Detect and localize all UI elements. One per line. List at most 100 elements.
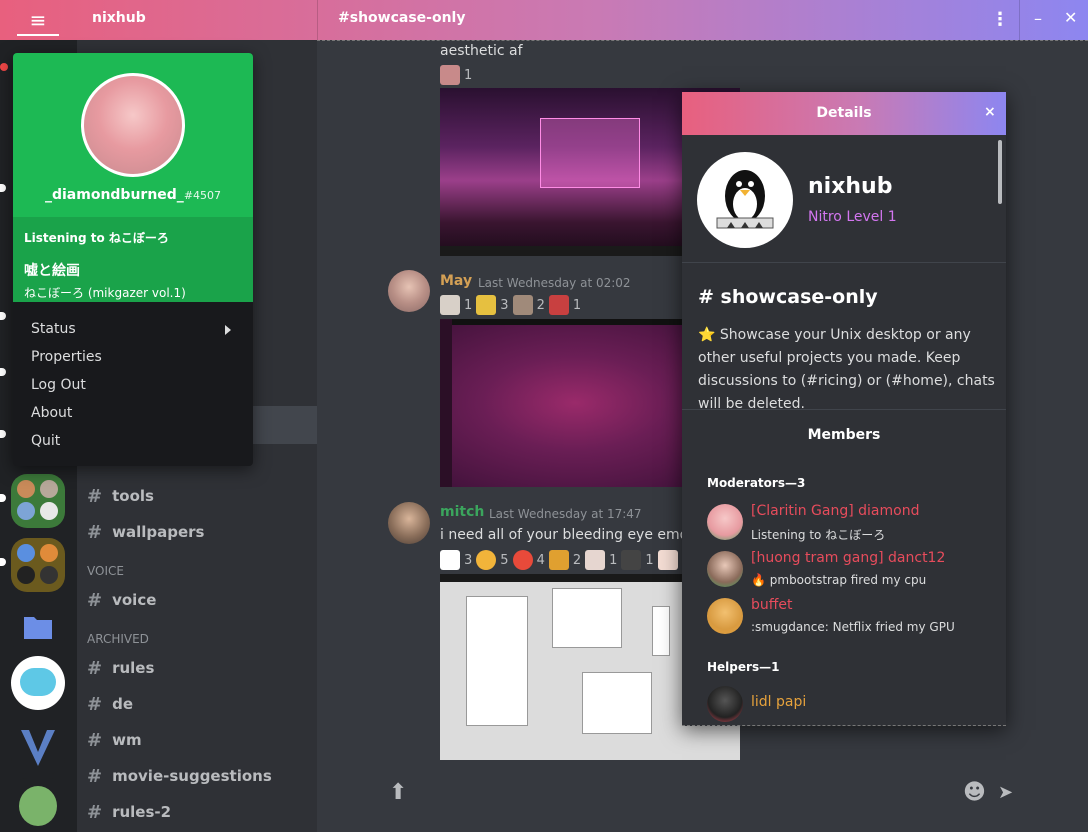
details-header: Details × (682, 92, 1006, 135)
image-detail (466, 596, 528, 726)
channel-label: wm (112, 731, 142, 749)
category-archived[interactable]: ARCHIVED (87, 632, 149, 646)
server-files[interactable] (11, 600, 65, 654)
message-author[interactable]: mitch (440, 504, 484, 520)
avatar[interactable] (707, 551, 743, 587)
hash-icon: # (87, 521, 103, 543)
close-icon[interactable]: ✕ (1064, 8, 1077, 27)
reaction-count: 1 (464, 67, 473, 83)
upload-icon[interactable]: ⬆ (389, 780, 407, 805)
message-timestamp: Last Wednesday at 17:47 (489, 507, 642, 521)
channel-de[interactable]: # de (87, 689, 307, 719)
popup-discriminator: #4507 (183, 189, 222, 202)
folder-icon (24, 617, 52, 639)
channel-description: ⭐ Showcase your Unix desktop or any othe… (698, 327, 995, 412)
avatar[interactable] (707, 598, 743, 634)
reaction-emoji-icon[interactable] (585, 550, 606, 570)
reactions: 1 3 2 1 (440, 295, 581, 315)
server-icon (40, 502, 58, 520)
server-v[interactable] (11, 720, 65, 774)
server-icon (40, 480, 58, 498)
server-icon (17, 566, 35, 584)
member-name[interactable]: [huong tram gang] danct12 (751, 550, 945, 566)
channel-wallpapers[interactable]: # wallpapers (87, 517, 307, 547)
image-detail (652, 606, 670, 656)
server-folder[interactable] (11, 538, 65, 592)
selected-channel-highlight (250, 406, 317, 444)
popup-username: _diamondburned_ (44, 187, 184, 203)
reaction-emoji-icon[interactable] (440, 550, 460, 570)
reactions: 3 5 4 2 1 1 (440, 550, 678, 570)
reaction-emoji-icon[interactable] (657, 550, 678, 570)
unread-dot (0, 558, 6, 566)
reaction-count: 4 (536, 552, 545, 568)
bot-mascot-icon (20, 668, 56, 696)
reaction-emoji-icon[interactable] (621, 550, 642, 570)
emoji-icon[interactable]: ☻ (963, 780, 986, 805)
channel-tools[interactable]: # tools (87, 481, 307, 511)
reaction-emoji-icon[interactable] (548, 550, 569, 570)
hash-icon: # (87, 693, 103, 715)
avatar[interactable] (388, 270, 430, 312)
reaction-count: 1 (572, 297, 582, 313)
avatar[interactable] (707, 686, 743, 722)
message-author[interactable]: May (440, 273, 472, 289)
member-status: :smugdance: Netflix fried my GPU (751, 620, 955, 634)
minimize-icon[interactable]: – (1034, 9, 1042, 28)
channel-rules-2[interactable]: # rules-2 (87, 797, 307, 827)
avatar (81, 73, 185, 177)
avatar[interactable] (707, 504, 743, 540)
role-header-moderators: Moderators—3 (707, 476, 806, 490)
hamburger-menu-button[interactable]: ≡ (17, 4, 59, 36)
image-detail (552, 588, 622, 648)
unread-dot (0, 494, 6, 502)
member-name[interactable]: lidl papi (751, 694, 806, 710)
channel-label: voice (112, 591, 157, 609)
server-bot[interactable] (11, 656, 65, 710)
channel-wm[interactable]: # wm (87, 725, 307, 755)
reaction-emoji-icon[interactable] (548, 295, 569, 315)
server-icon (40, 544, 58, 562)
details-title: Details (816, 105, 872, 121)
channel-label: movie-suggestions (112, 767, 272, 785)
menu-item-status[interactable]: Status (31, 321, 76, 337)
close-icon[interactable]: × (984, 104, 996, 120)
category-voice[interactable]: VOICE (87, 564, 124, 578)
member-name[interactable]: [Claritin Gang] diamond (751, 503, 919, 519)
scrollbar[interactable] (998, 140, 1002, 204)
hash-icon: # (87, 485, 103, 507)
reaction-emoji-icon[interactable] (440, 295, 460, 315)
server-gopher[interactable] (11, 778, 65, 832)
menu-item-quit[interactable]: Quit (31, 433, 60, 449)
menu-item-logout[interactable]: Log Out (31, 377, 86, 393)
reaction-emoji-icon[interactable] (476, 295, 497, 315)
details-server-name: nixhub (808, 174, 893, 199)
popup-username-line: _diamondburned_#4507 (13, 187, 253, 203)
channel-label: rules (112, 659, 155, 677)
image-detail (582, 672, 652, 734)
unread-dot (0, 430, 6, 438)
reaction-emoji-icon[interactable] (476, 550, 497, 570)
reaction-emoji-icon[interactable] (512, 550, 533, 570)
channel-movie-suggestions[interactable]: # movie-suggestions (87, 761, 307, 791)
details-channel: # showcase-only (698, 286, 878, 308)
channel-voice[interactable]: # voice (87, 585, 307, 615)
v-logo-icon (21, 730, 55, 766)
details-channel-name: showcase-only (720, 286, 878, 308)
server-avatar (697, 152, 793, 248)
member-name[interactable]: buffet (751, 597, 793, 613)
divider (682, 409, 1006, 410)
reaction-emoji-icon[interactable] (440, 65, 460, 85)
menu-item-about[interactable]: About (31, 405, 72, 421)
kebab-icon[interactable]: ⋮ (991, 9, 1009, 30)
avatar[interactable] (388, 502, 430, 544)
menu-item-properties[interactable]: Properties (31, 349, 102, 365)
channel-rules[interactable]: # rules (87, 653, 307, 683)
server-folder[interactable] (11, 474, 65, 528)
title-bar: ≡ nixhub #showcase-only ⋮ – ✕ (0, 0, 1088, 40)
unread-dot (0, 184, 6, 192)
message-timestamp: Last Wednesday at 02:02 (478, 276, 631, 290)
send-icon[interactable]: ➤ (998, 782, 1013, 803)
reaction-emoji-icon[interactable] (512, 295, 533, 315)
reactions: 1 (440, 65, 472, 85)
